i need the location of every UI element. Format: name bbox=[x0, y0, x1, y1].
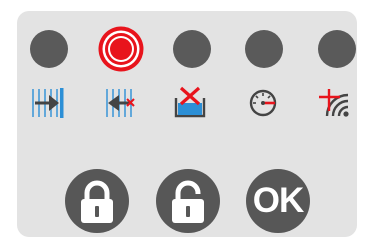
tank-fault-icon bbox=[173, 85, 207, 119]
lock-closed-icon bbox=[81, 180, 113, 223]
unlock-button[interactable] bbox=[156, 169, 220, 233]
wireless-signal-fault-icon bbox=[317, 85, 351, 119]
status-led-2-alarm bbox=[97, 25, 145, 73]
speed-gauge-icon bbox=[246, 85, 280, 119]
lock-open-icon bbox=[172, 180, 204, 223]
ok-button-label: OK bbox=[252, 181, 305, 220]
status-led-5 bbox=[318, 30, 356, 68]
control-panel: OK bbox=[17, 11, 357, 237]
lock-button[interactable] bbox=[65, 169, 129, 233]
door-closing-icon bbox=[31, 85, 65, 119]
status-led-1 bbox=[30, 30, 68, 68]
status-led-4 bbox=[245, 30, 283, 68]
ok-button[interactable]: OK bbox=[246, 169, 310, 233]
status-led-3 bbox=[173, 30, 211, 68]
door-opening-icon bbox=[103, 85, 137, 119]
